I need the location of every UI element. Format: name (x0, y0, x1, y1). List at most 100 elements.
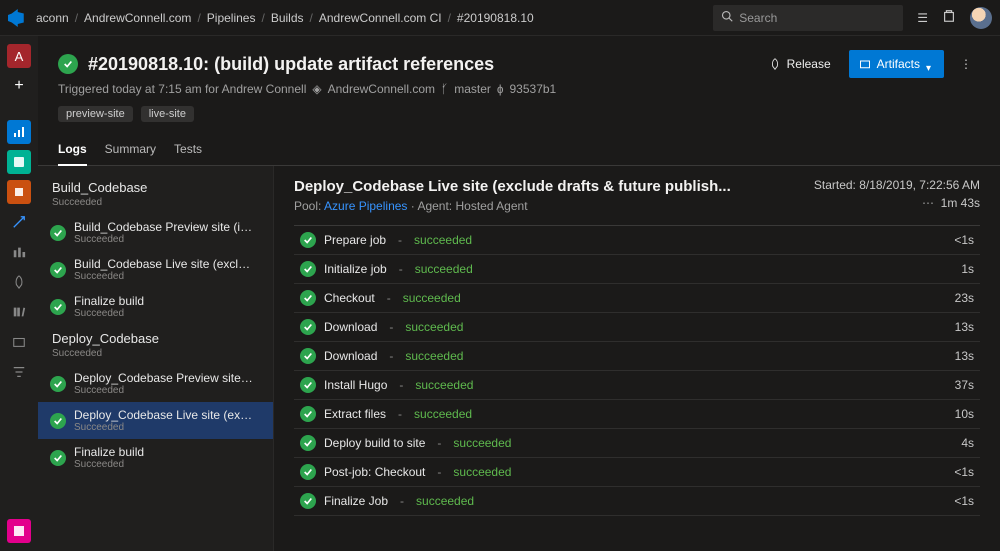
step-row[interactable]: Initialize job-succeeded1s (294, 255, 980, 284)
tab-logs[interactable]: Logs (58, 136, 87, 166)
job-details-title: Deploy_Codebase Live site (exclude draft… (294, 178, 731, 195)
step-row[interactable]: Checkout-succeeded23s (294, 284, 980, 313)
job-title: Finalize build (74, 445, 144, 459)
job-item[interactable]: Finalize buildSucceeded (38, 288, 273, 325)
status-success-icon (50, 413, 66, 429)
branch-name: master (454, 82, 491, 96)
rail-filter-icon[interactable] (7, 360, 31, 384)
status-success-icon (300, 319, 316, 335)
tab-summary[interactable]: Summary (105, 136, 156, 165)
job-status: Succeeded (74, 271, 254, 282)
chevron-down-icon (926, 60, 934, 68)
step-duration: 10s (955, 407, 974, 421)
job-status: Succeeded (74, 385, 254, 396)
job-item[interactable]: Deploy_Codebase Live site (exclu...Succe… (38, 402, 273, 439)
rail-boards-icon[interactable] (7, 150, 31, 174)
job-list: Build_CodebaseSucceededBuild_Codebase Pr… (38, 166, 274, 551)
status-success-icon (300, 435, 316, 451)
rail-library-icon[interactable] (7, 300, 31, 324)
settings-icon[interactable]: ☰ (917, 11, 928, 25)
tabs: Logs Summary Tests (38, 136, 1000, 166)
job-details-pool: Pool: Azure Pipelines · Agent: Hosted Ag… (294, 199, 731, 213)
commit-icon: ɸ (497, 82, 504, 96)
avatar[interactable] (970, 7, 992, 29)
search-input[interactable]: Search (713, 5, 903, 31)
step-row[interactable]: Install Hugo-succeeded37s (294, 371, 980, 400)
status-success-icon (50, 376, 66, 392)
status-success-icon (300, 406, 316, 422)
step-status: succeeded (405, 349, 463, 363)
top-icon-group: ☰ (917, 7, 992, 29)
breadcrumb-item[interactable]: Builds (271, 11, 304, 25)
step-status: succeeded (405, 320, 463, 334)
artifacts-button[interactable]: Artifacts (849, 50, 944, 78)
release-button[interactable]: Release (759, 50, 841, 78)
step-row[interactable]: Prepare job-succeeded<1s (294, 226, 980, 255)
stage-status: Succeeded (38, 348, 273, 365)
status-success-icon (300, 493, 316, 509)
rail-overview-icon[interactable] (7, 120, 31, 144)
rail-test-icon[interactable] (7, 240, 31, 264)
step-status: succeeded (415, 262, 473, 276)
tab-tests[interactable]: Tests (174, 136, 202, 165)
status-success-icon (300, 290, 316, 306)
more-icon[interactable]: ⋯ (922, 196, 934, 210)
stage-header[interactable]: Build_Codebase (38, 174, 273, 197)
search-placeholder: Search (739, 11, 777, 25)
breadcrumb-item[interactable]: AndrewConnell.com (84, 11, 191, 25)
build-tag[interactable]: live-site (141, 106, 194, 122)
step-duration: 13s (955, 349, 974, 363)
rail-rocket-icon[interactable] (7, 270, 31, 294)
step-row[interactable]: Download-succeeded13s (294, 313, 980, 342)
rail-artifacts-icon[interactable] (7, 330, 31, 354)
step-list: Prepare job-succeeded<1sInitialize job-s… (294, 225, 980, 516)
status-success-icon (300, 377, 316, 393)
job-status: Succeeded (74, 422, 254, 433)
job-item[interactable]: Build_Codebase Live site (exclude ...Suc… (38, 251, 273, 288)
total-duration: 1m 43s (941, 196, 980, 210)
breadcrumb-item[interactable]: #20190818.10 (457, 11, 534, 25)
status-success-icon (58, 54, 78, 74)
job-title: Build_Codebase Preview site (incl... (74, 220, 254, 234)
status-success-icon (50, 299, 66, 315)
more-actions-button[interactable]: ⋮ (952, 57, 980, 71)
job-status: Succeeded (74, 459, 144, 470)
step-status: succeeded (416, 494, 474, 508)
step-duration: 1s (961, 262, 974, 276)
step-status: succeeded (414, 407, 472, 421)
step-duration: <1s (954, 494, 974, 508)
marketplace-icon[interactable] (942, 9, 956, 26)
step-name: Install Hugo (324, 378, 387, 392)
rail-add-icon[interactable]: + (7, 74, 31, 98)
stage-status: Succeeded (38, 197, 273, 214)
rail-pipelines-icon[interactable] (7, 210, 31, 234)
job-status: Succeeded (74, 308, 144, 319)
breadcrumb-item[interactable]: AndrewConnell.com CI (319, 11, 442, 25)
job-item[interactable]: Build_Codebase Preview site (incl...Succ… (38, 214, 273, 251)
azure-devops-logo[interactable] (8, 9, 26, 27)
build-tag[interactable]: preview-site (58, 106, 133, 122)
step-row[interactable]: Post-job: Checkout-succeeded<1s (294, 458, 980, 487)
step-duration: <1s (954, 465, 974, 479)
breadcrumb-item[interactable]: Pipelines (207, 11, 256, 25)
step-row[interactable]: Deploy build to site-succeeded4s (294, 429, 980, 458)
stage-header[interactable]: Deploy_Codebase (38, 325, 273, 348)
page-title: #20190818.10: (build) update artifact re… (88, 54, 494, 75)
job-status: Succeeded (74, 234, 254, 245)
step-row[interactable]: Extract files-succeeded10s (294, 400, 980, 429)
pool-link[interactable]: Azure Pipelines (324, 199, 407, 213)
breadcrumb-item[interactable]: aconn (36, 11, 69, 25)
rail-project-icon[interactable]: A (7, 44, 31, 68)
step-row[interactable]: Finalize Job-succeeded<1s (294, 487, 980, 516)
step-name: Extract files (324, 407, 386, 421)
rail-repos-icon[interactable] (7, 180, 31, 204)
step-name: Deploy build to site (324, 436, 425, 450)
status-success-icon (300, 232, 316, 248)
job-item[interactable]: Finalize buildSucceeded (38, 439, 273, 476)
status-success-icon (300, 261, 316, 277)
job-item[interactable]: Deploy_Codebase Preview site (in...Succe… (38, 365, 273, 402)
job-details: Deploy_Codebase Live site (exclude draft… (274, 166, 1000, 551)
step-row[interactable]: Download-succeeded13s (294, 342, 980, 371)
rail-bottom-icon[interactable] (7, 519, 31, 543)
job-title: Deploy_Codebase Live site (exclu... (74, 408, 254, 422)
